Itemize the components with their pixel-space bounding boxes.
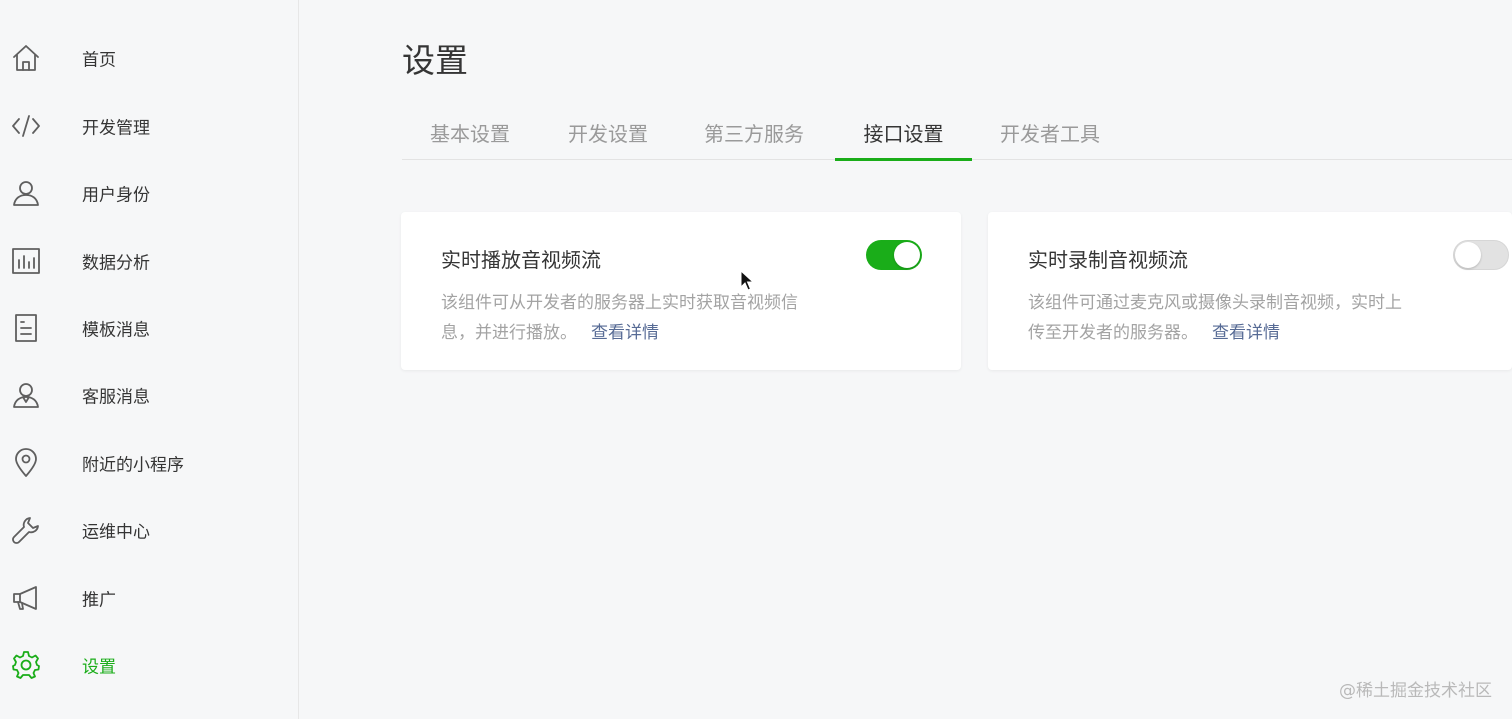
sidebar-item-promotion[interactable]: 推广	[0, 572, 298, 624]
feature-card-live-player: 实时播放音视频流 该组件可从开发者的服务器上实时获取音视频信息，并进行播放。 查看…	[401, 212, 961, 370]
tab-interface-settings[interactable]: 接口设置	[835, 104, 972, 161]
sidebar-item-label: 推广	[82, 590, 116, 611]
toggle-knob	[1455, 242, 1481, 268]
gear-icon	[9, 648, 43, 682]
user-icon	[9, 176, 43, 210]
tab-third-party-services[interactable]: 第三方服务	[686, 104, 822, 160]
code-icon	[9, 109, 43, 143]
card-title: 实时播放音视频流	[441, 248, 601, 272]
watermark: @稀土掘金技术社区	[1339, 681, 1492, 701]
card-title: 实时录制音视频流	[1028, 248, 1188, 272]
sidebar-item-data-analysis[interactable]: 数据分析	[0, 235, 298, 287]
mouse-cursor-icon	[740, 270, 754, 291]
toggle-knob	[894, 242, 920, 268]
feature-card-live-pusher: 实时录制音视频流 该组件可通过麦克风或摄像头录制音视频，实时上传至开发者的服务器…	[988, 212, 1512, 370]
location-pin-icon	[9, 446, 43, 480]
sidebar-item-settings[interactable]: 设置	[0, 639, 298, 691]
tab-developer-tools[interactable]: 开发者工具	[982, 104, 1118, 160]
sidebar-item-user-identity[interactable]: 用户身份	[0, 167, 298, 219]
sidebar-item-label: 用户身份	[82, 185, 150, 206]
sidebar-item-label: 附近的小程序	[82, 455, 184, 476]
tab-bar: 基本设置 开发设置 第三方服务 接口设置 开发者工具	[402, 104, 1512, 161]
card-description: 该组件可通过麦克风或摄像头录制音视频，实时上传至开发者的服务器。 查看详情	[1028, 288, 1408, 348]
sidebar-item-customer-service[interactable]: 客服消息	[0, 369, 298, 421]
sidebar-item-nearby-mini-programs[interactable]: 附近的小程序	[0, 437, 298, 489]
live-player-toggle[interactable]	[866, 240, 922, 270]
sidebar-item-label: 模板消息	[82, 320, 150, 341]
sidebar-item-template-message[interactable]: 模板消息	[0, 302, 298, 354]
customer-service-icon	[9, 378, 43, 412]
page-title: 设置	[402, 41, 468, 80]
home-icon	[9, 41, 43, 75]
tab-dev-settings[interactable]: 开发设置	[540, 104, 676, 160]
sidebar-item-label: 首页	[82, 50, 116, 71]
bar-chart-icon	[9, 244, 43, 278]
sidebar-item-home[interactable]: 首页	[0, 32, 298, 84]
sidebar-item-label: 数据分析	[82, 253, 150, 274]
sidebar-item-ops-center[interactable]: 运维中心	[0, 504, 298, 556]
live-pusher-toggle[interactable]	[1453, 240, 1509, 270]
sidebar-item-label: 客服消息	[82, 387, 150, 408]
sidebar: 首页 开发管理 用户身份 数据分析 模板消息 客服消息 附近的小程序 运维中心 …	[0, 0, 299, 719]
tab-basic-settings[interactable]: 基本设置	[402, 104, 538, 160]
megaphone-icon	[9, 581, 43, 615]
sidebar-item-dev-management[interactable]: 开发管理	[0, 100, 298, 152]
app-window: 首页 开发管理 用户身份 数据分析 模板消息 客服消息 附近的小程序 运维中心 …	[0, 0, 1512, 719]
view-details-link[interactable]: 查看详情	[1212, 323, 1280, 343]
sidebar-item-label: 开发管理	[82, 118, 150, 139]
sidebar-item-label: 运维中心	[82, 522, 150, 543]
view-details-link[interactable]: 查看详情	[591, 323, 659, 343]
document-icon	[9, 311, 43, 345]
card-description: 该组件可从开发者的服务器上实时获取音视频信息，并进行播放。 查看详情	[441, 288, 821, 348]
wrench-icon	[9, 513, 43, 547]
sidebar-item-label: 设置	[82, 657, 116, 678]
